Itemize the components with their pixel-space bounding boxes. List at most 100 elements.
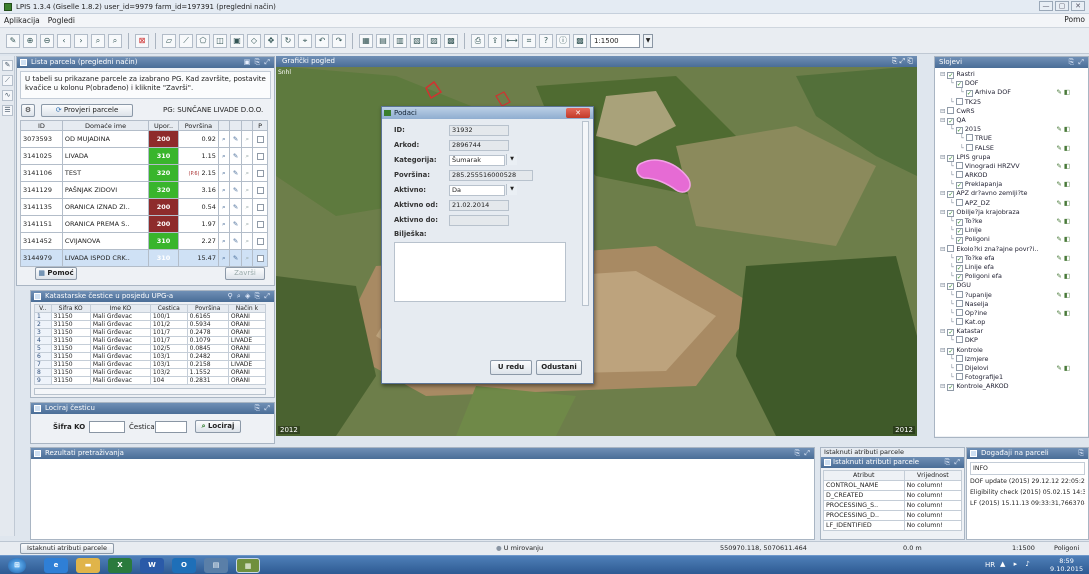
- zoom-out-icon[interactable]: ⊖: [40, 33, 54, 48]
- panel-controls-icon[interactable]: ⎘ ⤢: [945, 457, 961, 468]
- status-attributes-tab[interactable]: Istaknuti atributi parcele: [20, 543, 114, 554]
- layer-checkbox[interactable]: [955, 290, 963, 298]
- layer-checkbox[interactable]: [947, 244, 955, 252]
- table-row[interactable]: CONTROL_NAME No column!: [823, 480, 963, 491]
- panel-controls-icon[interactable]: ⎘ ⤢: [255, 403, 271, 414]
- history-icon[interactable]: ⌕: [241, 147, 254, 165]
- layer-checkbox[interactable]: [955, 354, 963, 362]
- history-icon[interactable]: ⌕: [241, 198, 254, 216]
- table-row[interactable]: 3144979 LIVADA ISPOD CRK.. 310 15.47 ⌕ ✎ ⌕: [20, 249, 268, 267]
- zoom-to-parcel-icon[interactable]: ⌕: [217, 164, 230, 182]
- layer-item[interactable]: ⊟ ✓ Kontrole: [938, 346, 1088, 355]
- layer-checkbox[interactable]: ✓: [947, 347, 955, 355]
- expand-icon[interactable]: └: [950, 180, 954, 188]
- expand-icon[interactable]: └: [960, 88, 964, 96]
- expand-icon[interactable]: └: [960, 144, 964, 152]
- layer-style-icon[interactable]: ✎ ◧: [1056, 88, 1070, 97]
- column-header[interactable]: Upor..: [148, 120, 179, 131]
- column-header[interactable]: Domaće ime: [61, 120, 150, 131]
- layer-item[interactable]: └ APZ_DZ ✎ ◧: [938, 198, 1088, 208]
- edit-parcel-icon[interactable]: ✎: [228, 215, 243, 233]
- language-indicator[interactable]: HR: [985, 561, 995, 569]
- refresh-parcels-button[interactable]: ⟳ Provjeri parcele: [41, 104, 133, 117]
- column-header[interactable]: [228, 120, 243, 131]
- ok-button[interactable]: U redu: [490, 360, 532, 375]
- layer-item[interactable]: ⊟ ✓ APZ dr?avno zemlji?te: [938, 189, 1088, 199]
- layer-checkbox[interactable]: ✓: [955, 264, 963, 272]
- layer-tool-5-icon[interactable]: ▨: [427, 33, 441, 48]
- table-row[interactable]: 3073593 OD MUJADINA 200 0.92 ⌕ ✎ ⌕: [20, 130, 268, 148]
- rotate-icon[interactable]: ↻: [281, 33, 295, 48]
- layer-style-icon[interactable]: ✎ ◧: [1056, 180, 1070, 189]
- column-header[interactable]: Površina: [177, 120, 219, 131]
- search-icon[interactable]: ⌕: [91, 33, 105, 48]
- layer-style-icon[interactable]: ✎ ◧: [1056, 309, 1070, 318]
- coordinates-icon[interactable]: ⌗: [522, 33, 536, 48]
- table-row[interactable]: 3141106 TEST 320 (P.6) 2.15 ⌕ ✎ ⌕: [20, 164, 268, 182]
- biljeska-textarea[interactable]: [394, 242, 566, 302]
- expand-icon[interactable]: ⊟: [940, 382, 945, 390]
- edit-parcel-icon[interactable]: ✎: [228, 198, 243, 216]
- edit-parcel-icon[interactable]: ✎: [228, 249, 243, 267]
- layer-item[interactable]: └ TK25: [938, 97, 1088, 107]
- expand-icon[interactable]: └: [950, 309, 954, 317]
- split-icon[interactable]: ◫: [213, 33, 227, 48]
- processed-checkbox[interactable]: [256, 203, 264, 211]
- cancel-button[interactable]: Odustani: [536, 360, 582, 375]
- table-row[interactable]: D_CREATED No column!: [823, 490, 963, 501]
- table-row[interactable]: 3141025 LIVADA 310 1.15 ⌕ ✎ ⌕: [20, 147, 268, 165]
- layer-style-icon[interactable]: ✎ ◧: [1056, 199, 1070, 208]
- column-header[interactable]: Atribut: [823, 470, 905, 481]
- clock[interactable]: 8:59 9.10.2015: [1050, 557, 1083, 573]
- settings-tool-icon[interactable]: ☰: [2, 105, 13, 116]
- column-header[interactable]: Ime KO: [89, 304, 151, 313]
- cestica-input[interactable]: [155, 421, 187, 433]
- layer-style-icon[interactable]: ✎ ◧: [1056, 291, 1070, 300]
- layer-item[interactable]: ⊟ ✓ DGU: [938, 281, 1088, 291]
- layer-item[interactable]: └ ✓ To?ke efa ✎ ◧: [938, 254, 1088, 263]
- expand-icon[interactable]: ⊟: [940, 153, 945, 161]
- move-icon[interactable]: ✥: [264, 33, 278, 48]
- table-row[interactable]: 3141135 ORANICA IZNAD ZI.. 200 0.54 ⌕ ✎ ⌕: [20, 198, 268, 216]
- expand-icon[interactable]: ⊟: [940, 327, 945, 335]
- table-row[interactable]: 6 31150 Mali Grđevac 103/1 0.2482 ORANI: [34, 352, 267, 361]
- menu-pomoc[interactable]: Pomo: [1064, 15, 1085, 24]
- tray-icons[interactable]: ▲ ▸ ♪: [1000, 560, 1033, 568]
- layer-checkbox[interactable]: ✓: [947, 117, 955, 125]
- column-header[interactable]: Površina: [186, 304, 229, 313]
- layer-item[interactable]: ⊟ Ekolo?ki zna?ajne povr?i..: [938, 244, 1088, 254]
- expand-icon[interactable]: └: [950, 291, 954, 299]
- history-icon[interactable]: ⌕: [241, 164, 254, 182]
- expand-icon[interactable]: └: [950, 300, 954, 308]
- processed-checkbox[interactable]: [256, 220, 264, 228]
- expand-icon[interactable]: ⊟: [940, 245, 945, 253]
- layer-item[interactable]: ⊟ ✓ Rastri: [938, 70, 1088, 79]
- settings-icon[interactable]: ⚙: [21, 104, 35, 117]
- expand-icon[interactable]: ⊟: [940, 189, 945, 197]
- layer-checkbox[interactable]: [965, 143, 973, 151]
- table-row[interactable]: 4 31150 Mali Grđevac 101/7 0.1079 LIVADE: [34, 336, 267, 345]
- layer-item[interactable]: ⊟ ✓ LPIS grupa: [938, 153, 1088, 162]
- layer-tool-4-icon[interactable]: ▧: [410, 33, 424, 48]
- close-button[interactable]: ✕: [1071, 1, 1085, 11]
- layer-style-icon[interactable]: ✎ ◧: [1056, 364, 1070, 373]
- chevron-down-icon[interactable]: ▼: [643, 33, 653, 48]
- layer-tool-6-icon[interactable]: ▩: [444, 33, 458, 48]
- curve-tool-icon[interactable]: ∿: [2, 90, 13, 101]
- column-header[interactable]: Šifra KO: [50, 304, 91, 313]
- layer-checkbox[interactable]: ✓: [947, 72, 955, 79]
- kategorija-select[interactable]: Šumarak: [449, 155, 505, 166]
- map-imagery[interactable]: [276, 56, 917, 436]
- pencil-icon[interactable]: ✎: [6, 33, 20, 48]
- processed-checkbox[interactable]: [256, 186, 264, 194]
- zoom-to-parcel-icon[interactable]: ⌕: [217, 249, 230, 267]
- column-header[interactable]: V..: [34, 304, 52, 313]
- layer-item[interactable]: └ Op?ine ✎ ◧: [938, 308, 1088, 318]
- layer-item[interactable]: └ ✓ 2015 ✎ ◧: [938, 125, 1088, 135]
- finish-button[interactable]: Završi: [225, 267, 265, 280]
- column-header[interactable]: [217, 120, 230, 131]
- layer-checkbox[interactable]: ✓: [955, 255, 963, 263]
- table-row[interactable]: 3141129 PAŠNJAK ZIDOVI 320 3.16 ⌕ ✎ ⌕: [20, 181, 268, 199]
- expand-icon[interactable]: ⊟: [940, 208, 945, 216]
- close-icon[interactable]: ✕: [566, 108, 590, 118]
